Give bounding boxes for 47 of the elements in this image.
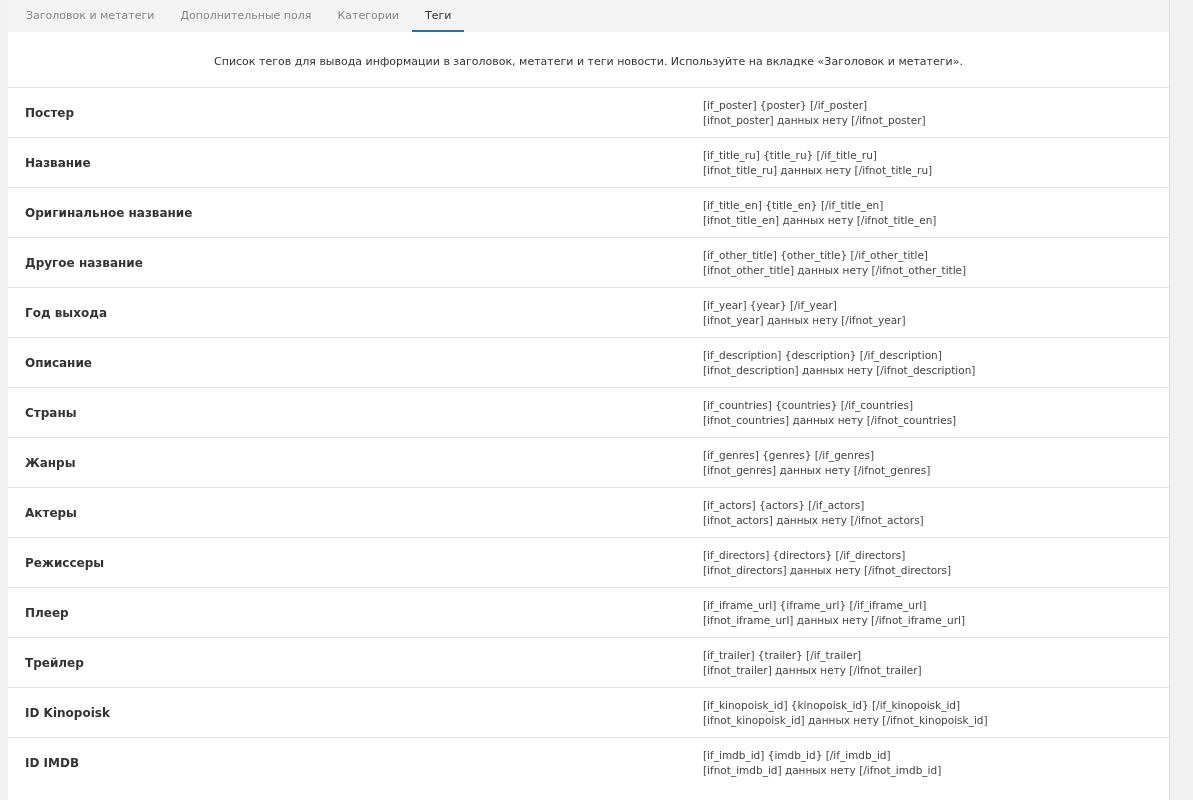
- tag-code: [ifnot_iframe_url] данных нету [/ifnot_iframe_url]: [703, 612, 966, 628]
- tag-code: [ifnot_year] данных нету [/ifnot_year]: [703, 312, 906, 328]
- tag-code: [ifnot_other_title] данных нету [/ifnot_other_title]: [703, 262, 967, 278]
- description-text: Список тегов для вывода информации в заголовок, метатеги и теги новости. Используйте на вкладке «Заголовок и метатеги».: [213, 54, 964, 70]
- tag-code: [if_countries] {countries} [/if_countries]: [703, 397, 915, 413]
- tag-code: [ifnot_trailer] данных нету [/ifnot_trailer]: [703, 662, 922, 678]
- field-name: Год выхода: [24, 305, 108, 320]
- field-name: Оригинальное название: [24, 205, 194, 220]
- tag-code: [ifnot_title_ru] данных нету [/ifnot_title_ru]: [703, 162, 933, 178]
- tag-code: [if_poster] {poster} [/if_poster]: [703, 97, 869, 113]
- tag-code: [ifnot_countries] данных нету [/ifnot_countries]: [703, 412, 957, 428]
- tag-code: [ifnot_actors] данных нету [/ifnot_actors]: [703, 512, 924, 528]
- tag-code: [ifnot_kinopoisk_id] данных нету [/ifnot_kinopoisk_id]: [703, 712, 988, 728]
- field-name: Жанры: [24, 455, 77, 470]
- field-name: Описание: [24, 355, 93, 370]
- tag-code: [if_genres] {genres} [/if_genres]: [703, 447, 876, 463]
- tag-code: [if_imdb_id] {imdb_id} [/if_imdb_id]: [703, 747, 892, 763]
- field-name: Постер: [24, 105, 76, 120]
- tag-code: [if_actors] {actors} [/if_actors]: [703, 497, 866, 513]
- tag-code: [if_trailer] {trailer} [/if_trailer]: [703, 647, 863, 663]
- tag-code: [ifnot_imdb_id] данных нету [/ifnot_imdb_id]: [703, 762, 942, 778]
- field-name: ID Kinopoisk: [24, 705, 111, 720]
- field-name: Режиссеры: [24, 555, 106, 570]
- tag-code: [ifnot_title_en] данных нету [/ifnot_title_en]: [703, 212, 937, 228]
- field-name: Страны: [24, 405, 78, 420]
- field-name: Актеры: [24, 505, 78, 520]
- tag-code: [if_directors] {directors} [/if_directors]: [703, 547, 907, 563]
- tag-code: [if_description] {description} [/if_description]: [703, 347, 943, 363]
- tag-code: [if_title_ru] {title_ru} [/if_title_ru]: [703, 147, 878, 163]
- tag-code: [if_title_en] {title_en} [/if_title_en]: [703, 197, 885, 213]
- field-name: Другое название: [24, 255, 144, 270]
- field-name: Плеер: [24, 605, 70, 620]
- tag-code: [ifnot_description] данных нету [/ifnot_description]: [703, 362, 976, 378]
- tag-code: [ifnot_genres] данных нету [/ifnot_genres]: [703, 462, 931, 478]
- tag-code: [if_year] {year} [/if_year]: [703, 297, 838, 313]
- field-name: ID IMDB: [24, 755, 81, 770]
- tab[interactable]: Категории: [324, 0, 412, 32]
- tab[interactable]: Дополнительные поля: [167, 0, 325, 32]
- tag-code: [if_other_title] {other_title} [/if_other_title]: [703, 247, 929, 263]
- field-name: Трейлер: [24, 655, 85, 670]
- tag-code: [ifnot_poster] данных нету [/ifnot_poster]: [703, 112, 926, 128]
- field-name: Название: [24, 155, 92, 170]
- tab[interactable]: Заголовок и метатеги: [13, 0, 168, 32]
- tab[interactable]: Теги: [411, 0, 465, 32]
- tag-code: [if_kinopoisk_id] {kinopoisk_id} [/if_kinopoisk_id]: [703, 697, 962, 713]
- tag-code: [ifnot_directors] данных нету [/ifnot_directors]: [703, 562, 952, 578]
- tag-code: [if_iframe_url] {iframe_url} [/if_iframe_url]: [703, 597, 928, 613]
